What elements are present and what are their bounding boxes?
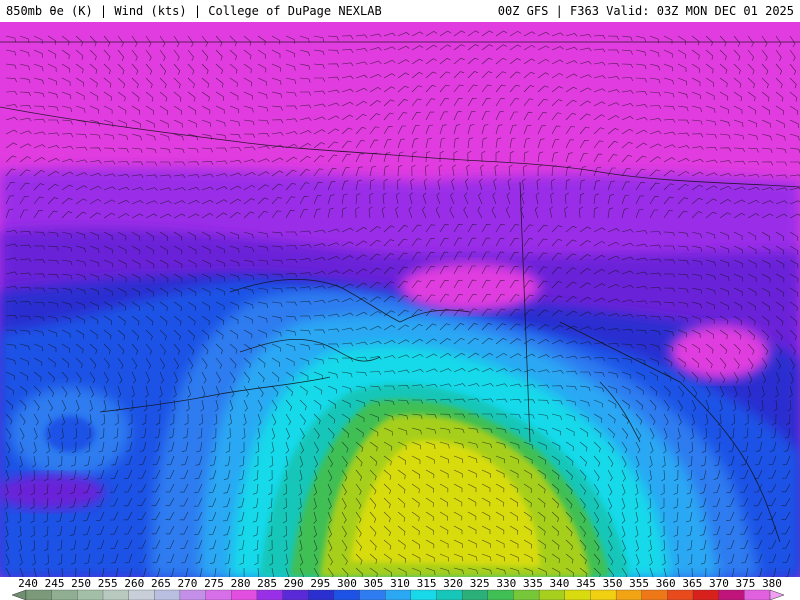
colorbar-swatch [538,589,566,600]
colorbar-left-arrow [11,589,27,600]
colorbar-tick-label: 370 [709,577,729,590]
colorbar-canvas: 240 245 250 255 260 265 270 275 280 285 290 295 300 3… [11,577,785,600]
colorbar-swatch [205,589,232,600]
colorbar-tick-label: 310 [390,577,410,590]
colorbar-tick-label: 325 [470,577,490,590]
colorbar-tick-label: 340 [549,577,569,590]
colorbar-tick-label: 275 [204,577,224,590]
colorbar-swatch [718,589,746,600]
colorbar-swatch [564,589,592,600]
colorbar-tick-label: 265 [151,577,171,590]
colorbar-tick-label: 240 [18,577,38,590]
colorbar-swatch [667,589,694,600]
colorbar: 240 245 250 255 260 265 270 275 280 285 290 295 300 3… [0,577,800,600]
colorbar-swatch [308,589,335,600]
model-run-info: 00Z GFS | F363 Valid: 03Z MON DEC 01 202… [497,4,794,18]
colorbar-swatch [128,589,155,600]
colorbar-right-arrow [769,589,785,600]
colorbar-tick-label: 280 [231,577,251,590]
colorbar-tick-label: 285 [257,577,277,590]
colorbar-swatch [692,589,720,600]
colorbar-swatch [744,589,771,600]
colorbar-tick-label: 375 [735,577,755,590]
colorbar-tick-label: 270 [177,577,197,590]
colorbar-tick-label: 315 [417,577,437,590]
colorbar-swatch [256,589,284,600]
colorbar-swatch [641,589,669,600]
low-pressure-core [45,416,95,452]
colorbar-tick-label: 335 [523,577,543,590]
cold-tongue-west [0,474,105,510]
colorbar-swatch [282,589,309,600]
colorbar-swatch [359,589,386,600]
colorbar-swatch [461,589,489,600]
colorbar-swatch [385,589,412,600]
colorbar-tick-labels: 240 245 250 255 260 265 270 275 280 285 290 295 300 3… [18,577,782,590]
colorbar-swatches [11,589,785,600]
colorbar-tick-label: 290 [284,577,304,590]
colorbar-swatch [25,589,53,600]
colorbar-swatch [231,589,258,600]
colorbar-tick-label: 295 [310,577,330,590]
product-title: 850mb θe (K) | Wind (kts) | College of D… [6,4,382,18]
colorbar-tick-label: 245 [45,577,65,590]
colorbar-swatch [487,589,515,600]
colorbar-swatch [436,589,463,600]
colorbar-tick-label: 305 [363,577,383,590]
colorbar-tick-label: 330 [496,577,516,590]
colorbar-tick-label: 350 [603,577,623,590]
colorbar-tick-label: 360 [656,577,676,590]
colorbar-tick-label: 320 [443,577,463,590]
colorbar-tick-label: 250 [71,577,91,590]
colorbar-swatch [102,589,130,600]
colorbar-tick-label: 380 [762,577,782,590]
colorbar-swatch [51,589,79,600]
map-header: 850mb θe (K) | Wind (kts) | College of D… [0,0,800,22]
colorbar-tick-label: 365 [682,577,702,590]
colorbar-swatch [590,589,617,600]
colorbar-tick-label: 345 [576,577,596,590]
colorbar-swatch [179,589,207,600]
theta-e-wind-map [0,22,800,577]
colorbar-swatch [615,589,643,600]
colorbar-swatch [410,589,438,600]
map-canvas [0,22,800,577]
colorbar-tick-label: 255 [98,577,118,590]
colorbar-swatch [154,589,181,600]
colorbar-tick-label: 260 [124,577,144,590]
colorbar-tick-label: 355 [629,577,649,590]
theta-e-fill [0,22,800,577]
colorbar-tick-label: 300 [337,577,357,590]
colorbar-swatch [513,589,540,600]
colorbar-swatch [77,589,104,600]
colorbar-swatch [333,589,361,600]
